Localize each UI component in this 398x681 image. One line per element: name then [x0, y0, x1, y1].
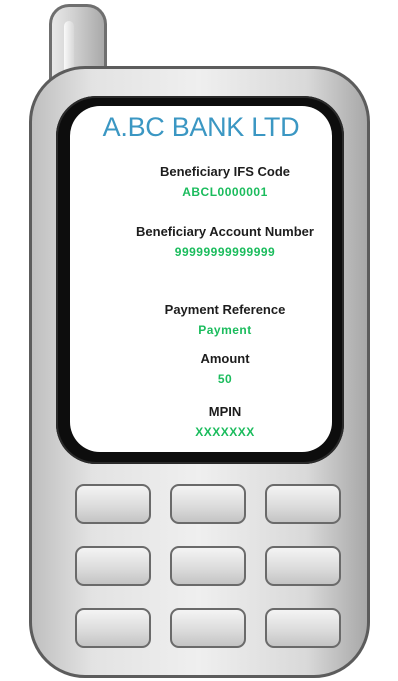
keypad-key-row1-col3[interactable] — [265, 484, 341, 524]
keypad-key-row1-col2[interactable] — [170, 484, 246, 524]
payment-reference-value: Payment — [198, 323, 252, 337]
ifs-code-field: Beneficiary IFS Code ABCL0000001 — [110, 162, 332, 202]
account-number-label: Beneficiary Account Number — [110, 222, 332, 242]
keypad-key-row1-col1[interactable] — [75, 484, 151, 524]
keypad-key-row3-col3[interactable] — [265, 608, 341, 648]
mobile-phone-illustration: A.BC BANK LTD Beneficiary IFS Code ABCL0… — [0, 0, 398, 681]
account-number-label-text: Beneficiary Account Number — [136, 224, 314, 239]
mpin-field: MPIN XXXXXXX — [110, 402, 332, 442]
keypad-key-row3-col1[interactable] — [75, 608, 151, 648]
bank-name-title: A.BC BANK LTD — [102, 112, 300, 142]
account-number-value: 99999999999999 — [174, 245, 276, 259]
amount-value: 50 — [217, 372, 233, 386]
keypad-key-row3-col2[interactable] — [170, 608, 246, 648]
ifs-code-value: ABCL0000001 — [182, 185, 268, 199]
mpin-label: MPIN — [208, 404, 242, 419]
keypad-key-row2-col1[interactable] — [75, 546, 151, 586]
payment-reference-label: Payment Reference — [164, 302, 286, 317]
phone-screen: A.BC BANK LTD Beneficiary IFS Code ABCL0… — [70, 106, 332, 452]
payment-reference-field: Payment Reference Payment — [110, 300, 332, 340]
keypad-key-row2-col2[interactable] — [170, 546, 246, 586]
mpin-value: XXXXXXX — [195, 425, 255, 439]
ifs-code-label: Beneficiary IFS Code — [159, 164, 291, 179]
keypad — [75, 484, 355, 664]
amount-label: Amount — [200, 351, 250, 366]
account-number-field: Beneficiary Account Number 9999999999999… — [110, 222, 332, 262]
keypad-key-row2-col3[interactable] — [265, 546, 341, 586]
amount-field: Amount 50 — [110, 349, 332, 389]
